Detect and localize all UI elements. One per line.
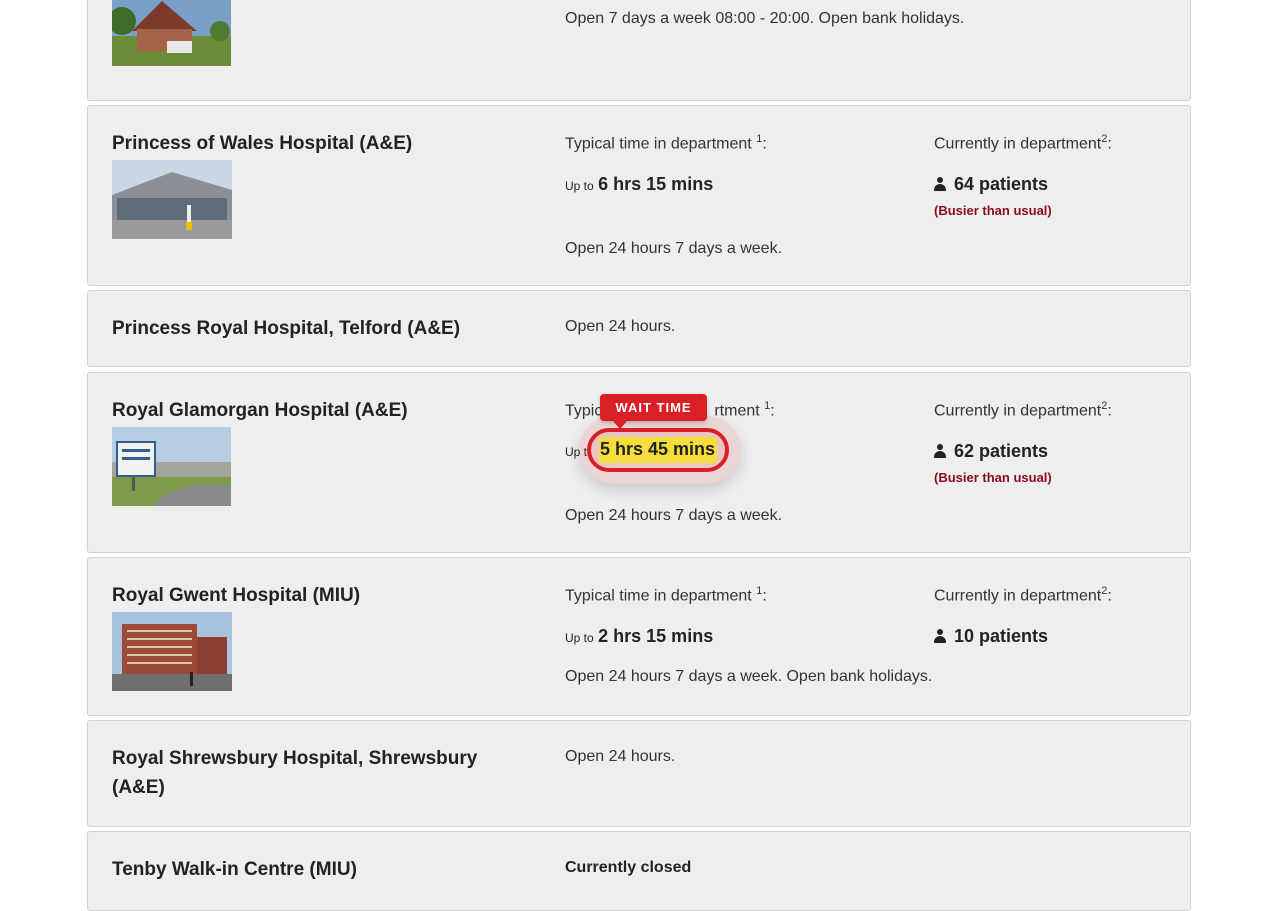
hospital-card: Royal Gwent Hospital (MIU) Typical time …	[87, 557, 1191, 716]
hospital-name[interactable]: Princess Royal Hospital, Telford (A&E)	[112, 314, 512, 343]
busy-status: (Busier than usual)	[934, 470, 1052, 485]
opening-hours: Open 7 days a week 08:00 - 20:00. Open b…	[565, 10, 965, 27]
person-icon	[934, 629, 946, 643]
hospital-card: Tenby Walk-in Centre (MIU) Currently clo…	[87, 831, 1191, 911]
hospital-card: Princess Royal Hospital, Telford (A&E) O…	[87, 290, 1191, 367]
hospital-name[interactable]: Royal Glamorgan Hospital (A&E)	[112, 396, 512, 425]
typical-time-label: Typical time in department 1:	[565, 133, 767, 153]
hospital-photo	[112, 0, 231, 66]
person-icon	[934, 444, 946, 458]
patient-count: 62 patients	[934, 441, 1048, 462]
hospital-card: Open 7 days a week 08:00 - 20:00. Open b…	[87, 0, 1191, 101]
opening-hours: Open 24 hours 7 days a week.	[565, 507, 783, 524]
opening-hours: Open 24 hours 7 days a week. Open bank h…	[565, 668, 933, 685]
patient-count: 10 patients	[934, 626, 1048, 647]
currently-label: Currently in department2:	[934, 400, 1112, 420]
hospital-photo	[112, 160, 232, 239]
patient-count: 64 patients	[934, 174, 1048, 195]
hospital-name[interactable]: Princess of Wales Hospital (A&E)	[112, 129, 512, 158]
hospital-photo	[112, 427, 231, 506]
hospital-name[interactable]: Tenby Walk-in Centre (MIU)	[112, 855, 512, 884]
tag-pointer	[612, 420, 628, 429]
hospital-card: Royal Shrewsbury Hospital, Shrewsbury (A…	[87, 720, 1191, 827]
hospital-card: Princess of Wales Hospital (A&E) Typical…	[87, 105, 1191, 286]
wait-time: 5 hrs 45 mins	[600, 439, 716, 459]
hospital-name[interactable]: Royal Gwent Hospital (MIU)	[112, 581, 512, 610]
opening-hours: Open 24 hours.	[565, 318, 676, 335]
wait-time: Up to 6 hrs 15 mins	[565, 174, 714, 194]
hospital-card: Royal Glamorgan Hospital (A&E) Typic rtme…	[87, 372, 1191, 553]
busy-status: (Busier than usual)	[934, 203, 1052, 218]
person-icon	[934, 177, 946, 191]
opening-hours: Open 24 hours 7 days a week.	[565, 240, 783, 257]
typical-time-label: Typical time in department 1:	[565, 585, 767, 605]
wait-time-tag: WAIT TIME	[600, 394, 707, 421]
currently-label: Currently in department2:	[934, 585, 1112, 605]
closed-status: Currently closed	[565, 859, 692, 876]
wait-time: Up to 2 hrs 15 mins	[565, 626, 714, 646]
currently-label: Currently in department2:	[934, 133, 1112, 153]
hospital-name[interactable]: Royal Shrewsbury Hospital, Shrewsbury (A…	[112, 744, 512, 802]
opening-hours: Open 24 hours.	[565, 748, 676, 765]
hospital-photo	[112, 612, 232, 691]
